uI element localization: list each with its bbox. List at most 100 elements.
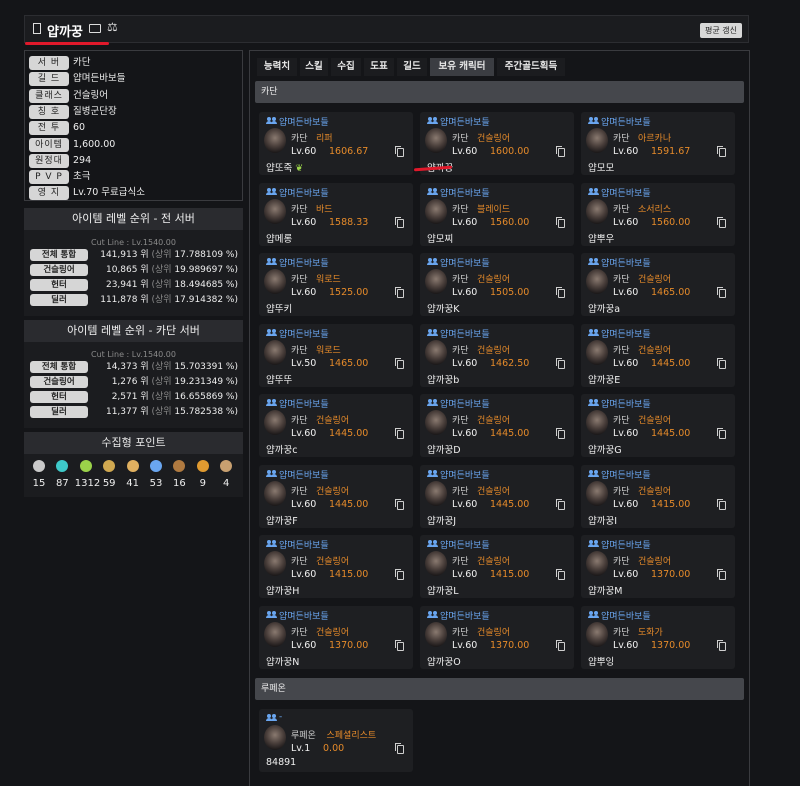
character-card[interactable]: 얍며든바보들 카단 워로드 Lv.60 1525.00 얍뚜키 <box>259 253 413 316</box>
character-guild: 얍며든바보들 <box>601 470 651 481</box>
collection-item[interactable]: 1312 <box>75 460 100 489</box>
tab-0[interactable]: 능력치 <box>257 58 297 76</box>
copy-icon[interactable] <box>556 639 565 651</box>
collection-item[interactable]: 53 <box>145 460 167 489</box>
character-class: 건슬링어 <box>638 416 672 426</box>
character-card[interactable]: 얍며든바보들 카단 건슬링어 Lv.60 1445.00 얍까꿍D <box>420 394 574 457</box>
copy-icon[interactable] <box>395 216 404 228</box>
copy-icon[interactable] <box>395 287 404 298</box>
character-card[interactable]: 얍며든바보들 카단 건슬링어 Lv.60 1370.00 얍까꿍N <box>259 605 413 669</box>
character-item-level: 0.00 <box>323 743 345 754</box>
rank-row: 전체 통합 14,373 위 (상위 15.703391 %) <box>30 361 238 373</box>
tab-4[interactable]: 길드 <box>397 58 427 76</box>
scale-icon[interactable]: ⚖ <box>107 20 118 34</box>
character-card[interactable]: 얍며든바보들 카단 건슬링어 Lv.60 1415.00 얍까꿍I <box>581 464 735 528</box>
character-card[interactable]: 얍며든바보들 카단 건슬링어 Lv.60 1370.00 얍까꿍O <box>420 605 574 669</box>
copy-icon[interactable] <box>717 357 726 369</box>
rank-category: 건슬링어 <box>30 264 88 276</box>
copy-icon[interactable] <box>556 498 565 510</box>
character-card[interactable]: 얍며든바보들 카단 건슬링어 Lv.60 1445.00 얍까꿍F <box>259 464 413 528</box>
copy-icon[interactable] <box>395 428 404 439</box>
copy-icon[interactable] <box>717 216 726 228</box>
tab-6[interactable]: 주간골드획득 <box>497 58 565 76</box>
copy-icon[interactable] <box>717 498 726 510</box>
collection-item[interactable]: 4 <box>215 460 237 489</box>
collection-item[interactable]: 9 <box>192 460 214 489</box>
collection-item[interactable]: 59 <box>98 460 120 489</box>
character-card[interactable]: 얍며든바보들 카단 아르카나 Lv.60 1591.67 얍모모 <box>581 112 735 175</box>
bookmark-icon[interactable] <box>33 23 41 34</box>
character-card[interactable]: 얍며든바보들 카단 건슬링어 Lv.60 1445.00 얍까꿍c <box>259 394 413 457</box>
tab-2[interactable]: 수집 <box>331 58 361 76</box>
rank-prefix: (상위 <box>151 265 175 275</box>
character-item-level: 1591.67 <box>651 146 691 157</box>
character-avatar <box>264 198 286 224</box>
character-card[interactable]: 얍며든바보들 카단 건슬링어 Lv.60 1415.00 얍까꿍L <box>420 535 574 598</box>
character-name: 얍까꿍J <box>427 515 457 527</box>
character-card[interactable]: 얍며든바보들 카단 리퍼 Lv.60 1606.67 얍또죽 ❦ <box>259 112 413 175</box>
character-card[interactable]: 얍며든바보들 카단 워로드 Lv.50 1465.00 얍뚜뚜 <box>259 323 413 387</box>
copy-icon[interactable] <box>717 287 726 298</box>
character-card[interactable]: 얍며든바보들 카단 건슬링어 Lv.60 1445.00 얍까꿍J <box>420 464 574 528</box>
copy-icon[interactable] <box>556 146 565 157</box>
character-card[interactable]: 얍며든바보들 카단 건슬링어 Lv.60 1462.50 얍까꿍b <box>420 323 574 387</box>
guild-members-icon <box>266 399 278 407</box>
collection-item[interactable]: 87 <box>51 460 73 489</box>
character-card[interactable]: - 루페온 스페셜리스트 Lv.1 0.00 84891 <box>259 709 413 772</box>
collection-item[interactable]: 16 <box>168 460 190 489</box>
rank-value: 141,913 위 (상위 17.788109 %) <box>90 249 238 261</box>
character-level: Lv.60 <box>613 428 639 439</box>
copy-icon[interactable] <box>556 287 565 298</box>
character-item-level: 1445.00 <box>329 498 369 510</box>
character-server: 카단 <box>452 345 469 356</box>
character-card[interactable]: 얍며든바보들 카단 바드 Lv.60 1588.33 얍메롱 <box>259 182 413 246</box>
copy-icon[interactable] <box>556 216 565 228</box>
character-level: Lv.60 <box>613 287 639 298</box>
character-card[interactable]: 얍며든바보들 카단 소서리스 Lv.60 1560.00 얍뿌우 <box>581 182 735 246</box>
tab-3[interactable]: 도표 <box>364 58 394 76</box>
character-card[interactable]: 얍며든바보들 카단 건슬링어 Lv.60 1370.00 얍까꿍M <box>581 535 735 598</box>
copy-icon[interactable] <box>556 428 565 439</box>
copy-icon[interactable] <box>717 639 726 651</box>
character-name: 얍까꿍b <box>427 374 460 386</box>
copy-icon[interactable] <box>395 357 404 369</box>
copy-icon[interactable] <box>556 569 565 580</box>
copy-icon[interactable] <box>395 743 404 754</box>
character-card[interactable]: 얍며든바보들 카단 건슬링어 Lv.60 1445.00 얍까꿍E <box>581 323 735 387</box>
character-card[interactable]: 얍며든바보들 카단 건슬링어 Lv.60 1505.00 얍까꿍K <box>420 253 574 316</box>
character-item-level: 1445.00 <box>490 428 530 439</box>
character-server: 카단 <box>452 275 469 285</box>
copy-icon[interactable] <box>395 639 404 651</box>
guild-members-icon <box>427 258 439 266</box>
copy-icon[interactable] <box>556 357 565 369</box>
character-guild: 얍며든바보들 <box>279 400 329 410</box>
character-item-level: 1462.50 <box>490 357 530 369</box>
copy-icon[interactable] <box>717 428 726 439</box>
collection-item[interactable]: 41 <box>122 460 144 489</box>
tab-1[interactable]: 스킬 <box>300 58 328 76</box>
collection-count: 16 <box>173 478 186 489</box>
id-card-icon[interactable] <box>89 24 101 33</box>
character-name: 얍까꿍M <box>588 586 623 597</box>
guild-members-icon <box>427 610 439 619</box>
character-server: 카단 <box>613 134 630 144</box>
copy-icon[interactable] <box>395 146 404 157</box>
character-card[interactable]: 얍며든바보들 카단 블레이드 Lv.60 1560.00 얍모찌 <box>420 182 574 246</box>
character-card[interactable]: 얍며든바보들 카단 건슬링어 Lv.60 1465.00 얍까꿍a <box>581 253 735 316</box>
collection-item[interactable]: 15 <box>28 460 50 489</box>
refresh-button[interactable]: 평균 갱신 <box>700 23 742 38</box>
copy-icon[interactable] <box>395 569 404 580</box>
ignea-icon <box>173 460 186 472</box>
copy-icon[interactable] <box>717 569 726 580</box>
copy-icon[interactable] <box>395 498 404 510</box>
rank-value: 14,373 위 (상위 15.703391 %) <box>90 361 238 373</box>
character-card[interactable]: 얍며든바보들 카단 건슬링어 Lv.60 1415.00 얍까꿍H <box>259 535 413 598</box>
character-avatar <box>586 410 608 435</box>
copy-icon[interactable] <box>717 146 726 157</box>
character-server: 카단 <box>613 627 630 638</box>
character-card[interactable]: 얍며든바보들 카단 도화가 Lv.60 1370.00 얍뿌잉 <box>581 605 735 669</box>
tab-5[interactable]: 보유 캐릭터 <box>430 58 494 76</box>
character-card[interactable]: 얍며든바보들 카단 건슬링어 Lv.60 1445.00 얍까꿍G <box>581 394 735 457</box>
character-name: 얍또죽 ❦ <box>266 163 304 174</box>
character-guild: 얍며든바보들 <box>279 470 329 481</box>
